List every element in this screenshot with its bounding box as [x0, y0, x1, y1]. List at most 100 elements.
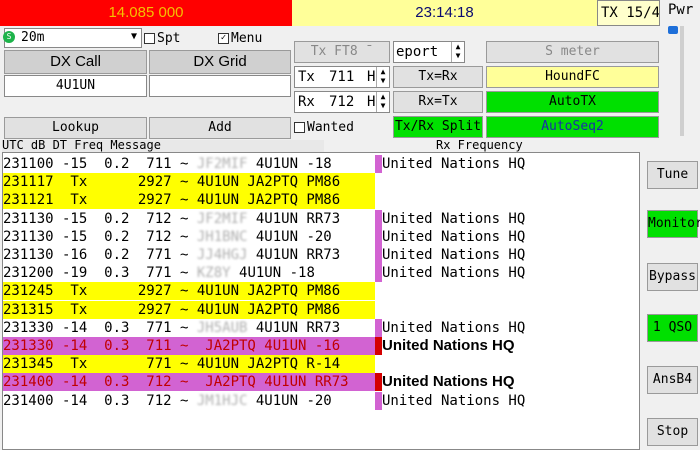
- row-message: 231330 -14 0.3 711 ~ JA2PTQ 4U1UN -16: [3, 338, 341, 354]
- row-location: United Nations HQ: [375, 227, 526, 246]
- table-row[interactable]: 231121 Tx 2927 ~ 4U1UN JA2PTQ PM86: [3, 191, 375, 210]
- dxcc-marker-icon: [375, 373, 382, 392]
- table-row[interactable]: 231245 Tx 2927 ~ 4U1UN JA2PTQ PM86: [3, 282, 375, 301]
- rx-frequency-spinbox[interactable]: Rx 712 H ▲ ▼: [294, 91, 390, 113]
- band-select[interactable]: S 20m ▼: [3, 28, 142, 48]
- row-message: 231200 -19 0.3 771 ~: [3, 265, 197, 282]
- row-location: United Nations HQ: [375, 337, 515, 355]
- row-message-rest: 4U1UN -18: [247, 156, 332, 172]
- s-meter-button[interactable]: S meter: [486, 41, 659, 63]
- dxcc-marker-icon: [375, 264, 382, 283]
- spt-checkbox-box[interactable]: [144, 33, 155, 44]
- wanted-checkbox[interactable]: Wanted: [294, 120, 354, 135]
- chevron-down-icon[interactable]: ▼: [131, 31, 137, 42]
- table-row[interactable]: 231130 -15 0.2 712 ~ JF2MIF 4U1UN RR73: [3, 210, 375, 228]
- table-row[interactable]: 231330 -14 0.3 771 ~ JH5AUB 4U1UN RR73: [3, 319, 375, 337]
- power-label: Pwr: [668, 2, 694, 18]
- dxcc-marker-icon: [375, 318, 382, 337]
- row-location-text: United Nations HQ: [382, 228, 526, 245]
- menu-checkbox-label: Menu: [231, 31, 263, 46]
- rx-prefix: Rx: [298, 94, 315, 110]
- row-message: 231121 Tx 2927 ~ 4U1UN JA2PTQ PM86: [3, 192, 341, 209]
- rx-frequency-header-label: Rx Frequency: [436, 140, 523, 152]
- row-message-rest: 4U1UN RR73: [247, 319, 341, 336]
- table-row[interactable]: 231130 -16 0.2 771 ~ JJ4HGJ 4U1UN RR73: [3, 246, 375, 264]
- row-message: 231100 -15 0.2 711 ~: [3, 156, 197, 172]
- stop-button[interactable]: Stop: [647, 418, 698, 446]
- row-message: 231315 Tx 2927 ~ 4U1UN JA2PTQ PM86: [3, 301, 341, 318]
- row-location-text: United Nations HQ: [382, 337, 515, 354]
- table-row[interactable]: 231315 Tx 2927 ~ 4U1UN JA2PTQ PM86: [3, 300, 375, 319]
- ansb4-button[interactable]: AnsB4: [647, 366, 698, 394]
- row-location: United Nations HQ: [375, 264, 525, 283]
- 1-qso-button[interactable]: 1 QSO: [647, 314, 698, 342]
- spt-checkbox[interactable]: Spt: [144, 31, 180, 46]
- row-location-text: United Nations HQ: [382, 156, 526, 172]
- table-row[interactable]: 231345 Tx 771 ~ 4U1UN JA2PTQ R-14: [3, 355, 375, 374]
- table-row[interactable]: 231200 -19 0.3 771 ~ KZ8Y 4U1UN -18: [3, 264, 375, 282]
- row-message: 231330 -14 0.3 771 ~: [3, 319, 197, 336]
- monitor-button[interactable]: Monitor: [647, 210, 700, 238]
- menu-checkbox[interactable]: ✓ Menu: [218, 31, 262, 46]
- row-location: United Nations HQ: [375, 209, 526, 228]
- table-row[interactable]: 231400 -14 0.3 712 ~ JA2PTQ 4U1UN RR73: [3, 373, 375, 392]
- add-button[interactable]: Add: [149, 117, 291, 139]
- tx-rx-split-button[interactable]: Tx/Rx Split: [393, 116, 483, 138]
- spin-arrows-icon[interactable]: ▲ ▼: [451, 42, 464, 62]
- spin-arrows-icon[interactable]: ▲ ▼: [376, 67, 389, 87]
- tx-frequency-spinbox[interactable]: Tx 711 H ▲ ▼: [294, 66, 390, 88]
- dxcc-marker-icon: [375, 391, 382, 410]
- row-location-text: United Nations HQ: [382, 247, 526, 263]
- row-message: 231345 Tx 771 ~ 4U1UN JA2PTQ R-14: [3, 356, 341, 373]
- mode-button[interactable]: Tx FT8 ¯: [294, 41, 390, 63]
- row-location: United Nations HQ: [375, 373, 515, 392]
- report-spinbox[interactable]: eport ▲ ▼: [393, 41, 465, 63]
- tx-prefix: Tx: [298, 69, 315, 85]
- row-message: 231400 -14 0.3 712 ~: [3, 392, 197, 409]
- tx-frequency-unit: H: [367, 69, 376, 85]
- table-row[interactable]: 231117 Tx 2927 ~ 4U1UN JA2PTQ PM86: [3, 173, 375, 192]
- wanted-checkbox-box[interactable]: [294, 122, 305, 133]
- dx-call-label: DX Call: [4, 50, 147, 74]
- decode-list[interactable]: 231100 -15 0.2 711 ~ JF2MIF 4U1UN -18 Uni…: [2, 152, 640, 450]
- table-row[interactable]: 231130 -15 0.2 712 ~ JH1BNC 4U1UN -20: [3, 228, 375, 246]
- row-callsign-redacted: KZ8Y: [196, 265, 231, 282]
- autotx-button[interactable]: AutoTX: [486, 91, 659, 113]
- row-callsign-redacted: JF2MIF: [196, 210, 248, 227]
- row-callsign-redacted: JF2MIF: [196, 156, 248, 172]
- table-row[interactable]: 231330 -14 0.3 711 ~ JA2PTQ 4U1UN -16: [3, 337, 375, 355]
- row-location: United Nations HQ: [375, 318, 525, 337]
- row-message-rest: 4U1UN -18: [230, 265, 315, 282]
- dxcc-marker-icon: [375, 246, 382, 264]
- power-slider-thumb[interactable]: [668, 26, 678, 34]
- table-row[interactable]: 231400 -14 0.3 712 ~ JM1HJC 4U1UN -20: [3, 392, 375, 410]
- rx-equals-tx-button[interactable]: Rx=Tx: [393, 91, 483, 113]
- tx-equals-rx-button[interactable]: Tx=Rx: [393, 66, 483, 88]
- row-location: United Nations HQ: [375, 246, 525, 264]
- mode-button-label: Tx FT8: [310, 44, 358, 59]
- lookup-button[interactable]: Lookup: [4, 117, 147, 139]
- row-callsign-redacted: JM1HJC: [196, 392, 248, 409]
- table-row[interactable]: 231100 -15 0.2 711 ~ JF2MIF 4U1UN -18: [3, 155, 375, 173]
- menu-checkbox-box[interactable]: ✓: [218, 33, 229, 44]
- wanted-checkbox-label: Wanted: [307, 120, 354, 135]
- dx-grid-input[interactable]: [149, 75, 291, 97]
- row-location-text: United Nations HQ: [382, 210, 526, 227]
- dx-grid-label: DX Grid: [149, 50, 291, 74]
- autoseq-button[interactable]: AutoSeq2: [486, 116, 659, 138]
- row-message-rest: 4U1UN RR73: [247, 210, 341, 227]
- dx-call-input[interactable]: 4U1UN: [4, 75, 147, 97]
- rx-frequency-unit: H: [367, 94, 376, 110]
- houndfc-button[interactable]: HoundFC: [486, 66, 659, 88]
- power-slider[interactable]: [668, 20, 696, 140]
- dxcc-marker-icon: [375, 155, 382, 173]
- row-callsign-redacted: JJ4HGJ: [196, 247, 248, 263]
- tune-button[interactable]: Tune: [647, 161, 698, 189]
- bypass-button[interactable]: Bypass: [647, 263, 698, 291]
- row-location: United Nations HQ: [375, 391, 525, 410]
- report-spinbox-label: eport: [396, 44, 439, 60]
- status-led-icon: S: [3, 31, 15, 43]
- row-location-text: United Nations HQ: [382, 373, 515, 391]
- row-message: 231130 -15 0.2 712 ~: [3, 210, 197, 227]
- spin-arrows-icon[interactable]: ▲ ▼: [376, 92, 389, 112]
